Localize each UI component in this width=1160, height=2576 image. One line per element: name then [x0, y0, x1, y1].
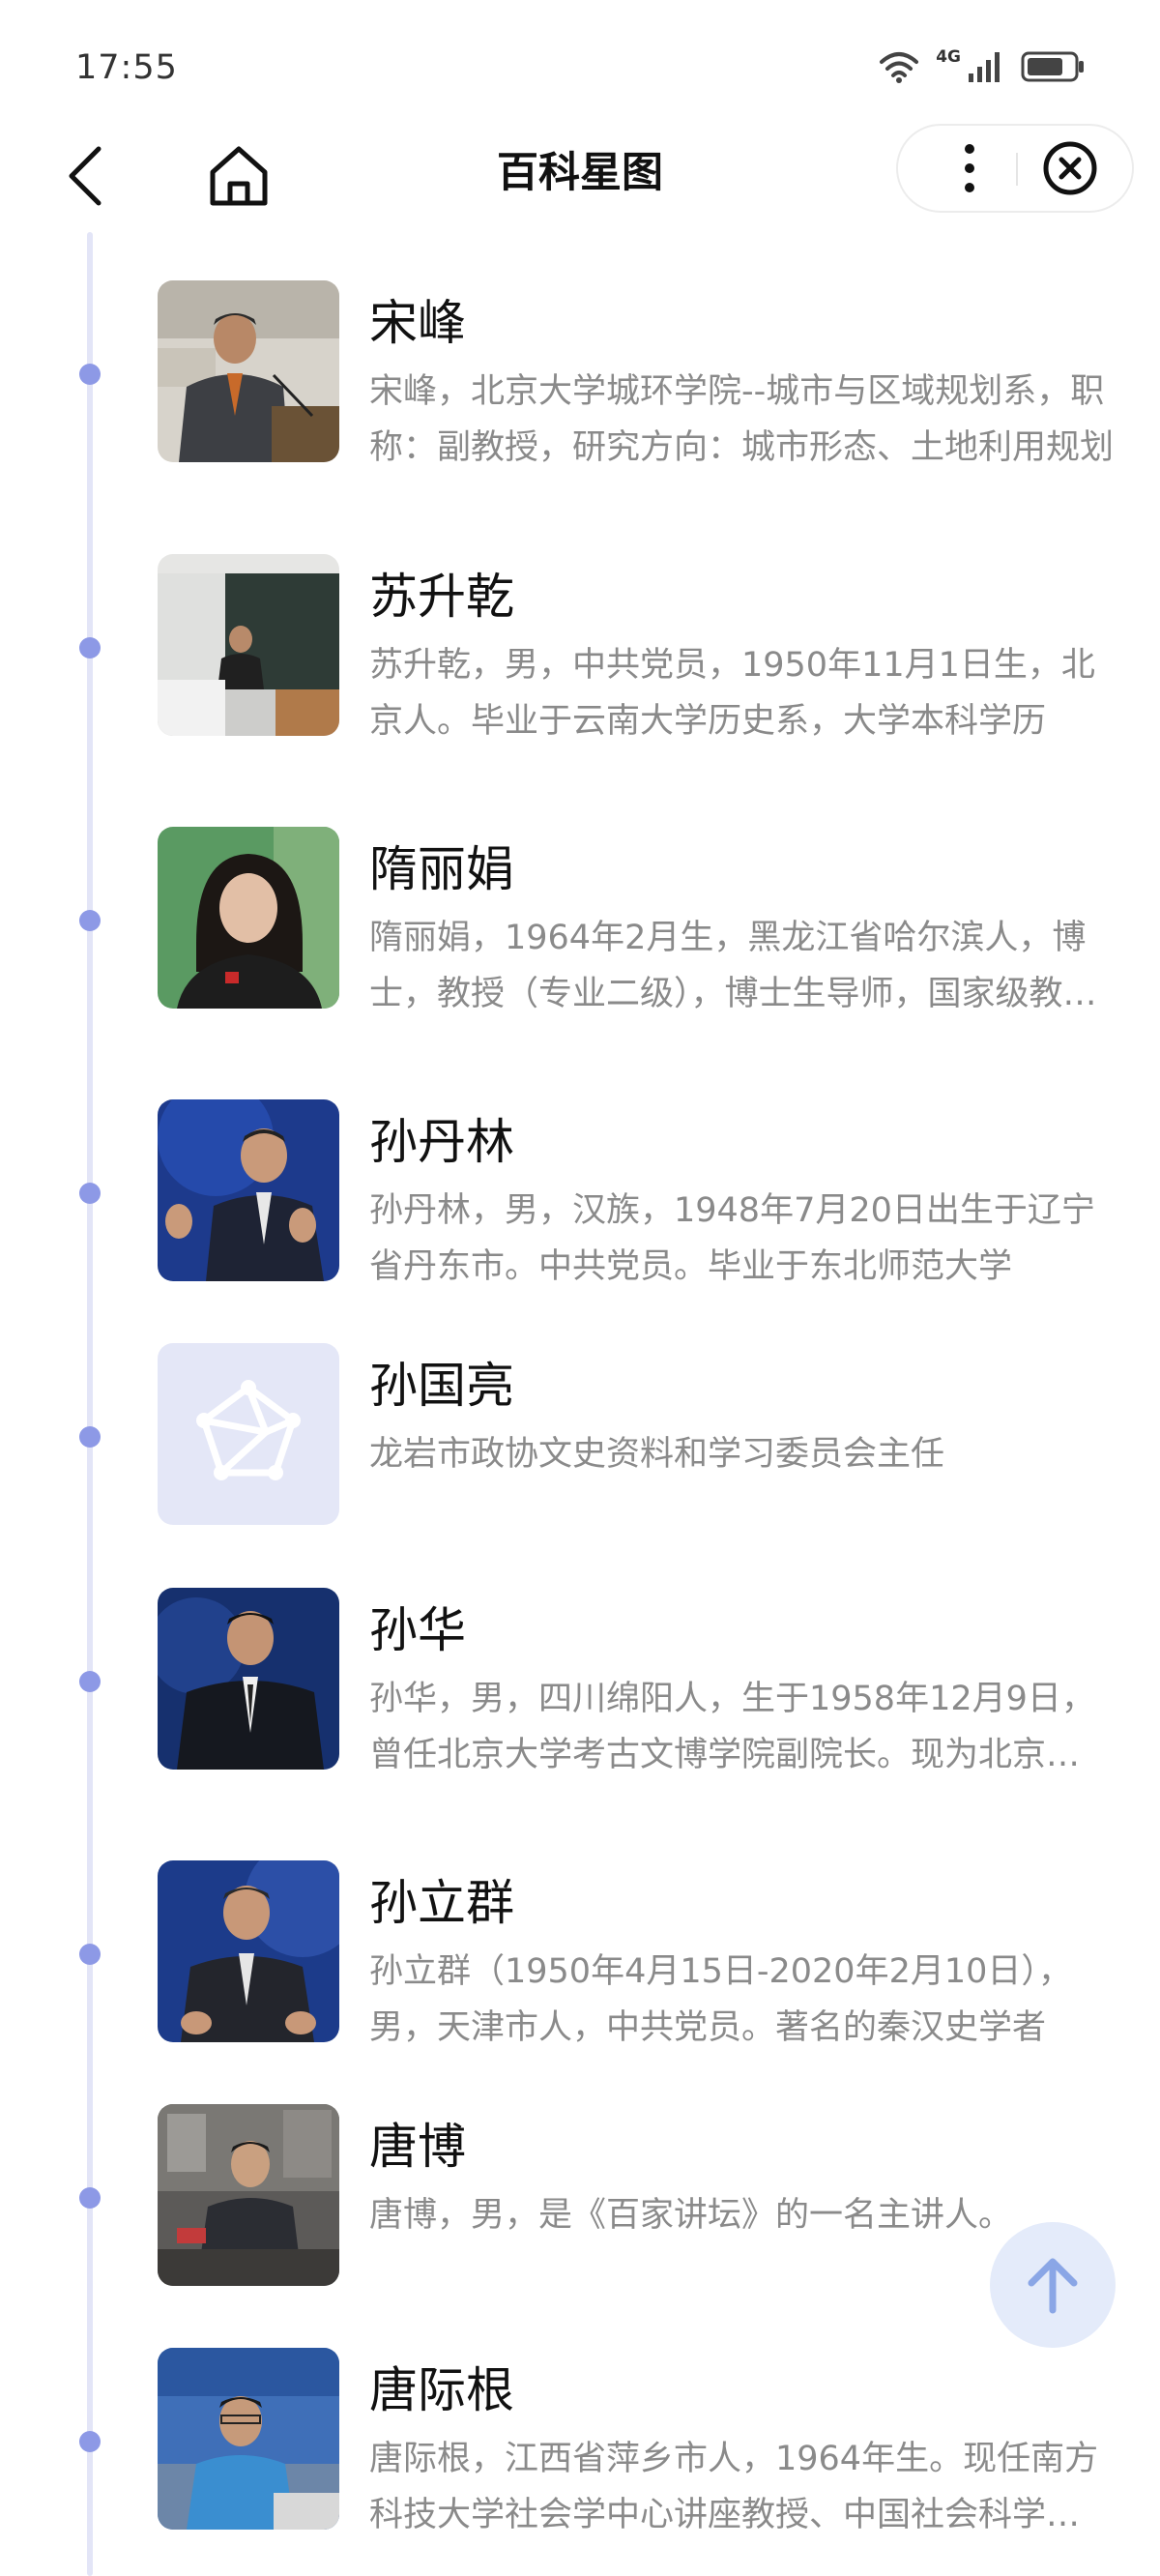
person-name: 孙国亮: [369, 1358, 514, 1414]
person-desc: 唐博，男，是《百家讲坛》的一名主讲人。: [369, 2196, 1013, 2235]
list-item[interactable]: 隋丽娟 隋丽娟，1964年2月生，黑龙江省哈尔滨人，博士，教授（专业二级），博士…: [0, 827, 1160, 1020]
signal-icon: [969, 52, 1000, 82]
timeline-dot: [79, 1426, 101, 1448]
timeline-dot: [79, 2187, 101, 2209]
person-photo: [158, 2348, 339, 2530]
person-desc: 孙丹林，男，汉族，1948年7月20日出生于辽宁省丹东市。中共党员。毕业于东北师…: [369, 1191, 1095, 1286]
person-photo-placeholder: [158, 1343, 339, 1525]
person-desc: 龙岩市政协文史资料和学习委员会主任: [369, 1435, 945, 1474]
capsule-divider: [1016, 153, 1018, 186]
page: 17:55 4G 百科星图 宋峰 宋峰，北京大学城环学院--城市与区域规划系，职…: [0, 0, 1160, 2576]
status-icons: 4G: [878, 47, 1085, 83]
person-photo: [158, 827, 339, 1009]
wifi-icon: [880, 52, 919, 83]
status-bar: 17:55 4G: [0, 0, 1160, 126]
person-name: 苏升乾: [369, 569, 514, 625]
arrow-up-icon: [1028, 2258, 1078, 2314]
person-name: 孙华: [369, 1602, 466, 1658]
capsule-menu: [896, 124, 1134, 213]
more-button[interactable]: [941, 137, 999, 199]
person-desc: 宋峰，北京大学城环学院--城市与区域规划系，职称：副教授，研究方向：城市形态、土…: [369, 372, 1114, 467]
person-name: 唐博: [369, 2119, 466, 2175]
status-time: 17:55: [75, 48, 178, 87]
timeline-dot: [79, 1183, 101, 1204]
more-vertical-icon: [965, 144, 974, 192]
person-name: 唐际根: [369, 2362, 514, 2418]
person-photo: [158, 1099, 339, 1281]
network-star-icon: [196, 1380, 301, 1480]
person-name: 宋峰: [369, 295, 466, 351]
person-photo: [158, 1860, 339, 2042]
network-type: 4G: [936, 47, 961, 67]
nav-bar: 百科星图: [0, 118, 1160, 234]
list-item[interactable]: 孙立群 孙立群（1950年4月15日-2020年2月10日），男，天津市人，中共…: [0, 1860, 1160, 2054]
timeline-dot: [79, 910, 101, 931]
person-desc: 孙华，男，四川绵阳人，生于1958年12月9日，曾任北京大学考古文博学院副院长。…: [369, 1680, 1114, 1774]
list-item[interactable]: 孙丹林 孙丹林，男，汉族，1948年7月20日出生于辽宁省丹东市。中共党员。毕业…: [0, 1099, 1160, 1293]
person-photo: [158, 554, 339, 736]
person-name: 隋丽娟: [369, 841, 514, 897]
person-desc: 孙立群（1950年4月15日-2020年2月10日），男，天津市人，中共党员。著…: [369, 1952, 1072, 2047]
list-item[interactable]: 孙国亮 龙岩市政协文史资料和学习委员会主任: [0, 1343, 1160, 1537]
close-circle-icon: [1043, 141, 1097, 195]
person-photo: [158, 280, 339, 462]
battery-icon: [1021, 51, 1084, 82]
person-photo: [158, 1588, 339, 1770]
person-desc: 苏升乾，男，中共党员，1950年11月1日生，北京人。毕业于云南大学历史系，大学…: [369, 646, 1095, 741]
timeline-dot: [79, 2431, 101, 2452]
timeline-dot: [79, 1671, 101, 1692]
timeline-dot: [79, 364, 101, 385]
list-item[interactable]: 孙华 孙华，男，四川绵阳人，生于1958年12月9日，曾任北京大学考古文博学院副…: [0, 1588, 1160, 1781]
list-item[interactable]: 唐际根 唐际根，江西省萍乡市人，1964年生。现任南方科技大学社会学中心讲座教授…: [0, 2348, 1160, 2541]
back-to-top-button[interactable]: [990, 2222, 1116, 2348]
timeline-dot: [79, 1944, 101, 1965]
person-name: 孙丹林: [369, 1114, 514, 1170]
person-desc: 隋丽娟，1964年2月生，黑龙江省哈尔滨人，博士，教授（专业二级），博士生导师，…: [369, 919, 1097, 1013]
timeline-dot: [79, 637, 101, 659]
list-item[interactable]: 苏升乾 苏升乾，男，中共党员，1950年11月1日生，北京人。毕业于云南大学历史…: [0, 554, 1160, 747]
list-item[interactable]: 宋峰 宋峰，北京大学城环学院--城市与区域规划系，职称：副教授，研究方向：城市形…: [0, 280, 1160, 474]
list-item[interactable]: 唐博 唐博，男，是《百家讲坛》的一名主讲人。: [0, 2104, 1160, 2298]
person-desc: 唐际根，江西省萍乡市人，1964年生。现任南方科技大学社会学中心讲座教授、中国社…: [369, 2440, 1114, 2534]
person-name: 孙立群: [369, 1875, 514, 1931]
person-photo: [158, 2104, 339, 2286]
close-button[interactable]: [1033, 137, 1107, 199]
